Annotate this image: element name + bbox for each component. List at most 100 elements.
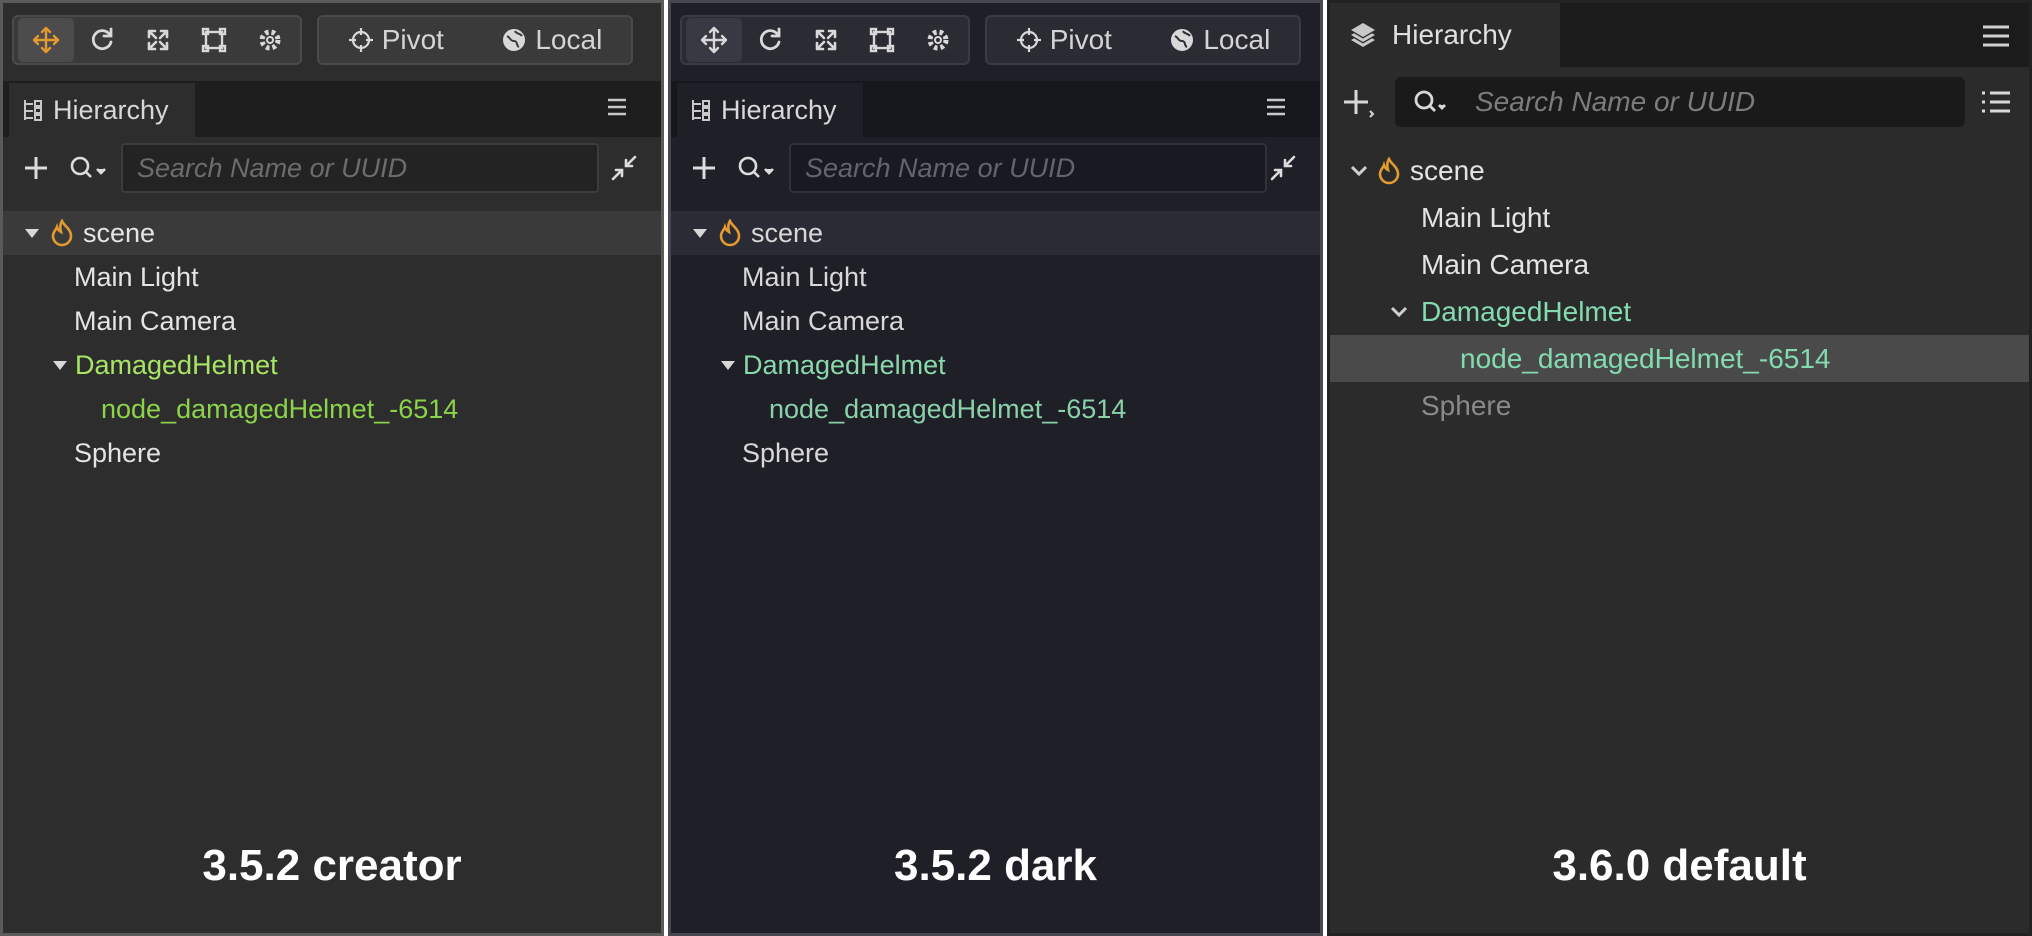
tree-node-helmet-mesh[interactable]: node_damagedHelmet_-6514 <box>1330 335 2029 382</box>
expand-arrow[interactable] <box>49 354 71 376</box>
hierarchy-tab[interactable]: Hierarchy <box>1330 3 1560 67</box>
tree-node-helmet-mesh[interactable]: node_damagedHelmet_-6514 <box>3 387 661 431</box>
scale-icon <box>815 29 837 51</box>
collapse-all-button[interactable] <box>609 153 639 183</box>
expand-arrow[interactable] <box>717 354 739 376</box>
add-node-button[interactable] <box>1342 87 1376 121</box>
rect-tool-button[interactable] <box>854 18 910 62</box>
transform-settings-button[interactable] <box>242 18 298 62</box>
hierarchy-menu-button[interactable] <box>1981 21 2011 51</box>
tree-node-sphere[interactable]: Sphere <box>671 431 1320 475</box>
search-row: Search Name or UUID <box>671 141 1320 197</box>
transform-settings-button[interactable] <box>910 18 966 62</box>
tree-node-main-light[interactable]: Main Light <box>1330 194 2029 241</box>
tree-node-main-light[interactable]: Main Light <box>3 255 661 299</box>
rotate-icon <box>759 27 781 51</box>
search-placeholder: Search Name or UUID <box>137 152 408 183</box>
gear-icon <box>927 29 949 51</box>
panel-dark-theme: Pivot Local Hierarchy Search Name or UUI… <box>668 0 1323 936</box>
hierarchy-tree: scene Main Light Main Camera DamagedHelm… <box>3 211 661 475</box>
collapse-icon <box>1270 155 1296 181</box>
move-icon <box>700 26 728 54</box>
pivot-toggle[interactable]: Pivot <box>348 24 444 56</box>
add-node-button[interactable] <box>689 153 719 183</box>
tree-node-scene[interactable]: scene <box>671 211 1320 255</box>
pivot-toggle[interactable]: Pivot <box>1016 24 1112 56</box>
expand-arrow[interactable] <box>21 222 43 244</box>
panel-caption: 3.6.0 default <box>1552 841 1807 890</box>
expand-arrow[interactable] <box>1348 160 1370 182</box>
plus-icon <box>693 157 715 179</box>
hierarchy-tree: scene Main Light Main Camera DamagedHelm… <box>671 211 1320 475</box>
scene-flame-icon <box>1378 156 1400 184</box>
chevron-down-icon <box>1390 306 1408 317</box>
rotate-tool-button[interactable] <box>742 18 798 62</box>
collapse-all-button[interactable] <box>1268 153 1298 183</box>
scale-tool-button[interactable] <box>130 18 186 62</box>
helmet-mesh-label: node_damagedHelmet_-6514 <box>1460 342 1831 374</box>
scale-icon <box>147 29 169 51</box>
search-icon <box>1414 90 1446 112</box>
tree-node-damaged-helmet[interactable]: DamagedHelmet <box>3 343 661 387</box>
triangle-down-icon <box>721 361 735 370</box>
panel-creator-theme: Pivot Local Hierarchy Search Name or UUI… <box>0 0 664 936</box>
search-type-dropdown[interactable] <box>735 153 779 183</box>
tree-node-main-camera[interactable]: Main Camera <box>3 299 661 343</box>
search-input[interactable]: Search Name or UUID <box>1395 77 1965 127</box>
view-options-button[interactable] <box>1979 87 2013 117</box>
hierarchy-tree-icon <box>692 100 710 121</box>
search-input[interactable]: Search Name or UUID <box>789 143 1267 193</box>
hierarchy-title: Hierarchy <box>721 94 837 125</box>
hierarchy-tab[interactable]: Hierarchy <box>677 83 863 137</box>
tree-node-sphere[interactable]: Sphere <box>1330 382 2029 429</box>
hierarchy-tab[interactable]: Hierarchy <box>9 83 195 137</box>
hierarchy-header: Hierarchy <box>671 81 1320 137</box>
hamburger-menu-icon <box>1983 25 2009 47</box>
tree-node-scene[interactable]: scene <box>1330 147 2029 194</box>
search-icon <box>738 156 774 178</box>
scene-label: scene <box>83 217 156 248</box>
scale-tool-button[interactable] <box>798 18 854 62</box>
tree-node-main-camera[interactable]: Main Camera <box>1330 241 2029 288</box>
tree-node-helmet-mesh[interactable]: node_damagedHelmet_-6514 <box>671 387 1320 431</box>
sphere-label: Sphere <box>74 437 162 468</box>
local-toggle[interactable]: Local <box>501 24 602 56</box>
rect-icon <box>201 27 227 53</box>
move-tool-button[interactable] <box>686 18 742 62</box>
tree-node-damaged-helmet[interactable]: DamagedHelmet <box>1330 288 2029 335</box>
tree-node-sphere[interactable]: Sphere <box>3 431 661 475</box>
rect-tool-button[interactable] <box>186 18 242 62</box>
panel-caption: 3.5.2 creator <box>202 841 462 890</box>
add-node-button[interactable] <box>21 153 51 183</box>
tree-node-main-camera[interactable]: Main Camera <box>671 299 1320 343</box>
pivot-local-toolbar: Pivot Local <box>317 15 633 65</box>
search-type-dropdown[interactable] <box>67 153 111 183</box>
search-row: Search Name or UUID <box>1330 77 2029 129</box>
tree-node-main-light[interactable]: Main Light <box>671 255 1320 299</box>
local-label: Local <box>535 24 603 55</box>
move-tool-button[interactable] <box>18 18 74 62</box>
scene-label: scene <box>1410 154 1485 186</box>
tree-node-scene[interactable]: scene <box>3 211 661 255</box>
expand-arrow[interactable] <box>1388 301 1410 323</box>
tree-node-damaged-helmet[interactable]: DamagedHelmet <box>671 343 1320 387</box>
move-icon <box>32 26 60 54</box>
plus-icon <box>1344 90 1375 118</box>
main-light-label: Main Light <box>742 261 867 292</box>
search-placeholder: Search Name or UUID <box>1475 86 1756 117</box>
hierarchy-menu-button[interactable] <box>1260 91 1292 123</box>
crosshair-icon <box>348 28 373 52</box>
globe-icon <box>1171 29 1194 51</box>
list-icon <box>1982 91 2010 113</box>
main-light-label: Main Light <box>1421 201 1551 233</box>
expand-arrow[interactable] <box>689 222 711 244</box>
scene-flame-icon <box>51 219 73 247</box>
helmet-mesh-label: node_damagedHelmet_-6514 <box>101 393 459 424</box>
search-input[interactable]: Search Name or UUID <box>121 143 599 193</box>
main-camera-label: Main Camera <box>742 305 905 336</box>
local-toggle[interactable]: Local <box>1169 24 1270 56</box>
rotate-tool-button[interactable] <box>74 18 130 62</box>
hierarchy-tree: scene Main Light Main Camera DamagedHelm… <box>1330 147 2029 429</box>
hierarchy-menu-button[interactable] <box>601 91 633 123</box>
hierarchy-title: Hierarchy <box>1392 19 1512 50</box>
